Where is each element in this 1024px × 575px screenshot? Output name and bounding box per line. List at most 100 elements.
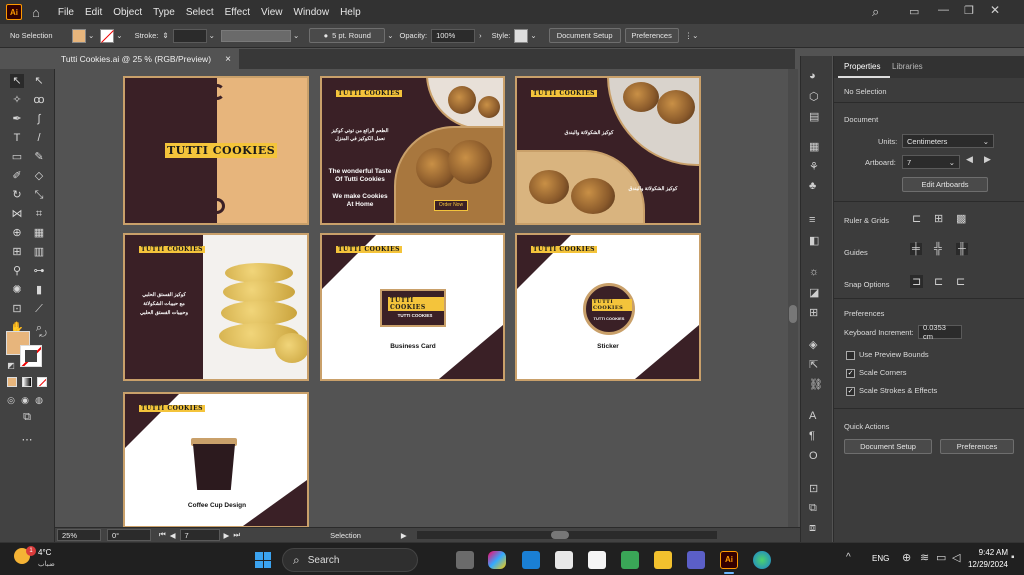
none-mode-icon[interactable] (37, 377, 47, 387)
menu-object[interactable]: Object (113, 7, 142, 18)
chevron-down-icon[interactable]: ⌄ (116, 31, 122, 40)
shape-builder-icon[interactable]: ⊕ (10, 226, 24, 240)
home-icon[interactable]: ⌂ (32, 5, 40, 20)
document-tab[interactable]: Tutti Cookies.ai @ 25 % (RGB/Preview) × (55, 49, 239, 69)
previous-artboard-icon[interactable]: ◀ (966, 154, 973, 165)
scale-corners-checkbox[interactable]: ✓ Scale Corners (846, 368, 907, 378)
preferences-button[interactable]: Preferences (940, 439, 1014, 454)
document-setup-button[interactable]: Document Setup (844, 439, 932, 454)
menu-edit[interactable]: Edit (85, 7, 102, 18)
pen-tool-icon[interactable]: ✒ (10, 112, 24, 126)
stroke-weight-input[interactable] (172, 28, 207, 43)
stroke-swatch[interactable] (100, 28, 115, 43)
taskbar-search[interactable]: ⌕ Search (282, 548, 418, 572)
scrollbar-thumb[interactable] (789, 305, 797, 323)
direct-selection-tool-icon[interactable]: ↖ (32, 74, 46, 88)
magic-wand-icon[interactable]: ✧ (10, 93, 24, 107)
menu-effect[interactable]: Effect (225, 7, 250, 18)
screen-mode-icon[interactable]: ⧉ (20, 410, 34, 424)
calendar-app-icon[interactable] (588, 551, 606, 569)
width-tool-icon[interactable]: ⋈ (10, 207, 24, 221)
next-artboard-icon[interactable]: ▶ (224, 531, 230, 540)
eyedropper-icon[interactable]: ⚲ (10, 264, 24, 278)
copilot-icon[interactable] (488, 551, 506, 569)
close-tab-icon[interactable]: × (225, 54, 231, 65)
line-tool-icon[interactable]: / (32, 131, 46, 145)
artboard-logo[interactable]: TUTTI COOKIES (123, 76, 309, 225)
chevron-down-icon[interactable]: ⌄ (209, 31, 215, 40)
color-mode-icon[interactable] (7, 377, 17, 387)
menu-view[interactable]: View (261, 7, 283, 18)
paintbrush-icon[interactable]: ✎ (32, 150, 46, 164)
free-transform-icon[interactable]: ⌗ (32, 207, 46, 221)
chevron-down-icon[interactable]: ⌄ (293, 31, 299, 40)
symbols-icon[interactable]: ⚘ (809, 160, 819, 173)
checkbox-unchecked[interactable] (846, 350, 855, 360)
workspace-icon[interactable]: ▭ (909, 5, 919, 18)
globe-icon[interactable]: ⊕ (902, 551, 911, 564)
3d-panel-icon[interactable]: ⬡ (809, 90, 819, 103)
menu-file[interactable]: File (58, 7, 74, 18)
grid-icon[interactable]: ⊞ (934, 212, 943, 225)
artboard-social-post-2[interactable]: TUTTI COOKIES كوكيز الشكولاتة والبندق كو… (515, 76, 701, 225)
status-menu-icon[interactable]: ▶ (401, 531, 407, 540)
minimize-icon[interactable]: — (938, 4, 949, 16)
scale-strokes-checkbox[interactable]: ✓ Scale Strokes & Effects (846, 386, 937, 396)
perspective-grid-icon[interactable]: ▦ (32, 226, 46, 240)
previous-artboard-icon[interactable]: ◀ (170, 531, 176, 540)
artboard-social-post-1[interactable]: TUTTI COOKIES Order Now الطعم الرائع من … (320, 76, 505, 225)
transparency-icon[interactable]: ◪ (809, 286, 819, 299)
opacity-input[interactable]: 100% (431, 28, 476, 43)
links-icon[interactable]: ⛓ (809, 378, 823, 391)
slice-tool-icon[interactable]: ⟋ (32, 302, 46, 316)
illustrator-taskbar-icon[interactable]: Ai (720, 551, 738, 569)
mesh-tool-icon[interactable]: ⊞ (10, 245, 24, 259)
fill-swatch[interactable] (72, 28, 86, 43)
preferences-button[interactable]: Preferences (624, 28, 679, 43)
edge-icon[interactable] (753, 551, 771, 569)
brush-definition[interactable]: ● 5 pt. Round (309, 28, 386, 43)
artboard-select[interactable]: 7 ⌄ (902, 155, 960, 169)
draw-behind-icon[interactable]: ◉ (18, 393, 32, 407)
selection-tool-icon[interactable]: ↖ (10, 74, 24, 88)
opentype-icon[interactable]: O (809, 450, 818, 462)
brushes-icon[interactable]: ▦ (809, 140, 819, 153)
transparency-grid-icon[interactable]: ▩ (956, 212, 966, 225)
draw-mode-icon[interactable]: ◎ (4, 393, 18, 407)
color-panel-icon[interactable]: ◕ (809, 70, 816, 82)
tab-libraries[interactable]: Libraries (892, 62, 923, 71)
eraser-icon[interactable]: ◇ (32, 169, 46, 183)
file-explorer-icon[interactable] (654, 551, 672, 569)
mail-icon[interactable] (522, 551, 540, 569)
transform-icon[interactable]: ⊡ (809, 482, 818, 495)
last-artboard-icon[interactable]: ⏭ (233, 530, 240, 540)
battery-icon[interactable]: ▭ (936, 551, 946, 564)
lock-guides-icon[interactable]: ╬ (934, 243, 942, 255)
vertical-scrollbar[interactable] (788, 69, 798, 527)
scale-tool-icon[interactable]: ⤡ (32, 188, 46, 202)
rectangle-tool-icon[interactable]: ▭ (10, 150, 24, 164)
menu-window[interactable]: Window (294, 7, 330, 18)
chevron-down-icon[interactable]: ⌄ (530, 31, 536, 40)
task-view-icon[interactable] (456, 551, 474, 569)
menu-select[interactable]: Select (186, 7, 214, 18)
teams-icon[interactable] (687, 551, 705, 569)
use-preview-bounds-checkbox[interactable]: Use Preview Bounds (846, 350, 929, 360)
arrange-icon[interactable]: ⋮⌄ (685, 31, 699, 40)
tray-overflow-icon[interactable]: ^ (846, 552, 851, 563)
clock-date[interactable]: 12/29/2024 (960, 560, 1008, 569)
type-tool-icon[interactable]: T (10, 131, 24, 145)
snap-to-point-icon[interactable]: ⊐ (910, 275, 924, 288)
language-indicator[interactable]: ENG (872, 554, 889, 563)
curvature-tool-icon[interactable]: ∫ (32, 112, 46, 126)
gradient-panel-icon[interactable]: ◧ (809, 234, 819, 247)
align-icon[interactable]: ⊞ (809, 306, 818, 319)
menu-type[interactable]: Type (153, 7, 175, 18)
menu-help[interactable]: Help (340, 7, 361, 18)
artboard-sticker[interactable]: TUTTI COOKIES TUTTI COOKIES TUTTI COOKIE… (515, 233, 701, 381)
export-icon[interactable]: ⇱ (809, 358, 818, 371)
zoom-select[interactable]: 25% (57, 529, 101, 541)
smart-guides-icon[interactable]: ╫ (956, 243, 968, 255)
swap-colors-icon[interactable]: ⤾ (36, 327, 50, 341)
symbol-sprayer-icon[interactable]: ✺ (10, 283, 24, 297)
